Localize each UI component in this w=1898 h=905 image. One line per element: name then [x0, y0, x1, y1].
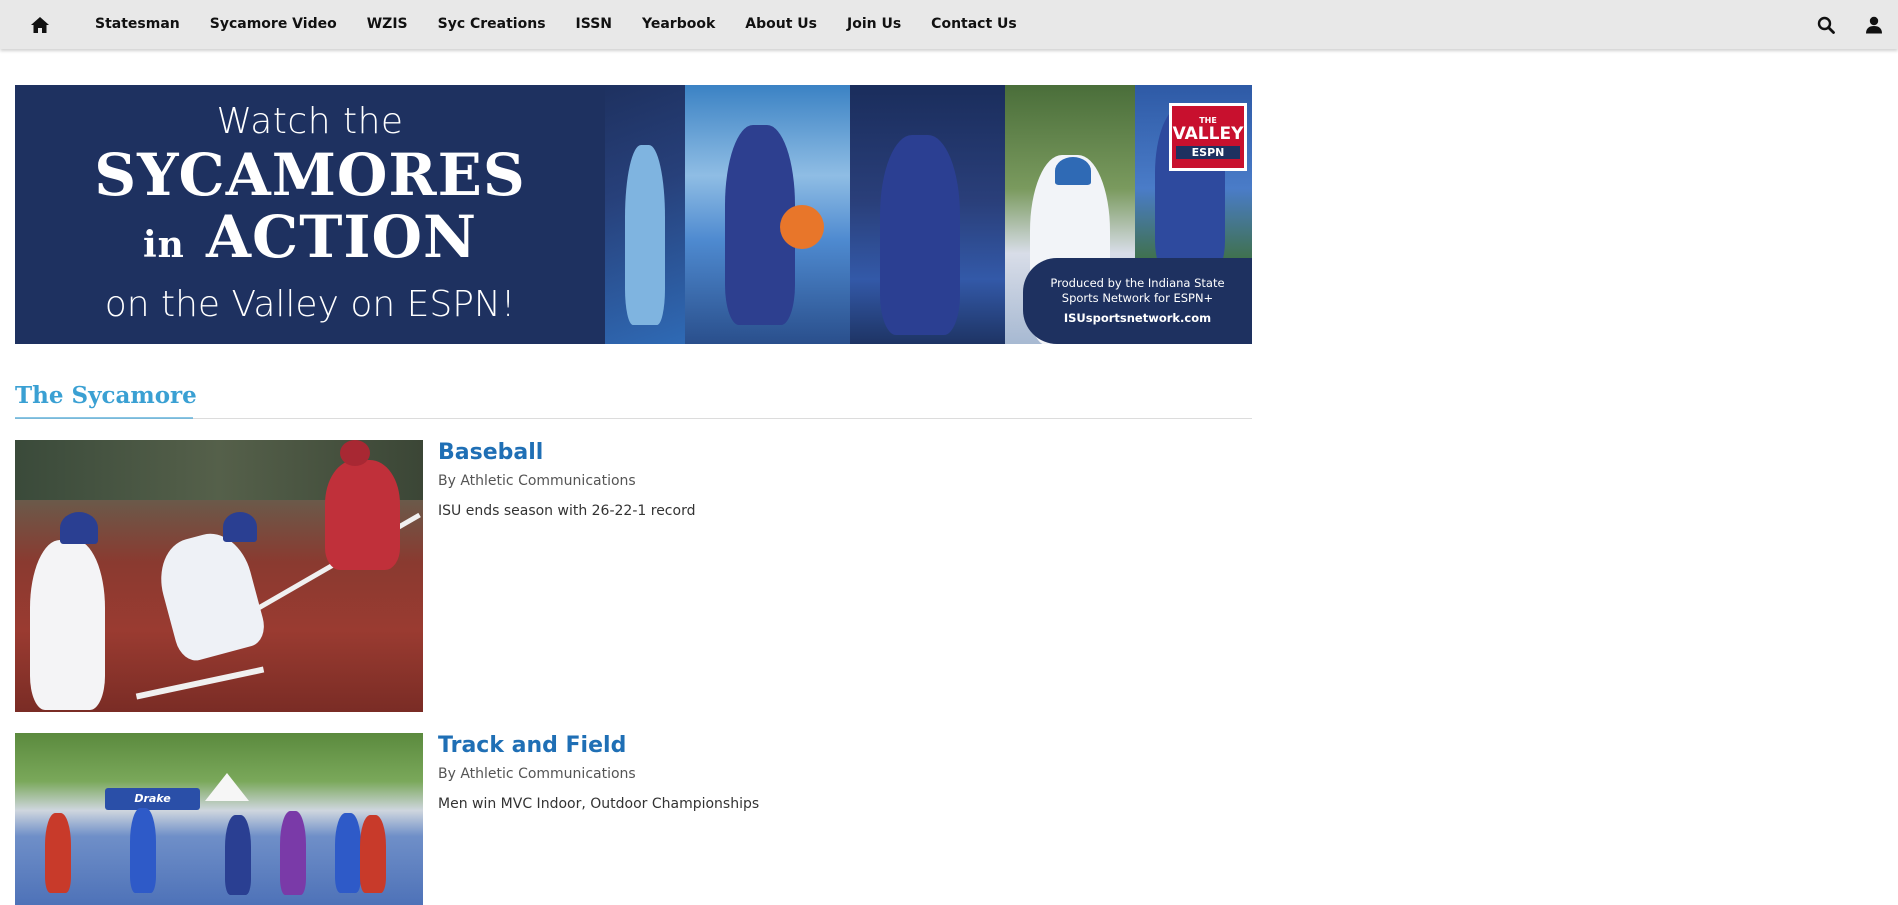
banner-line-sycamores: SYCAMORES: [94, 140, 526, 209]
nav-item-sycamore-video[interactable]: Sycamore Video: [195, 0, 352, 49]
produced-line-1: Produced by the Indiana State: [1050, 276, 1225, 290]
volleyball-photo: [605, 85, 685, 344]
article-byline: By Athletic Communications: [438, 766, 636, 782]
valley-espn-logo: THE VALLEY ESPN: [1169, 103, 1247, 171]
article-item: Drake Track and Field By Athletic Commun…: [15, 733, 1252, 905]
nav-item-wzis[interactable]: WZIS: [352, 0, 423, 49]
nav-item-join-us[interactable]: Join Us: [832, 0, 916, 49]
logo-text-espn: ESPN: [1176, 145, 1240, 159]
article-thumbnail-baseball[interactable]: [15, 440, 423, 712]
banner-text: Watch the SYCAMORES in ACTION on the Val…: [15, 85, 605, 344]
nav-menu: Statesman Sycamore Video WZIS Syc Creati…: [80, 0, 1032, 49]
top-navigation: Statesman Sycamore Video WZIS Syc Creati…: [0, 0, 1898, 49]
nav-item-statesman[interactable]: Statesman: [80, 0, 195, 49]
nav-item-issn[interactable]: ISSN: [561, 0, 627, 49]
banner-word-in: in: [142, 223, 185, 266]
basketball-photo-2: [850, 85, 1005, 344]
basketball-photo: [685, 85, 850, 344]
nav-item-syc-creations[interactable]: Syc Creations: [423, 0, 561, 49]
banner-line-espn: on the Valley on ESPN!: [104, 283, 516, 325]
article-thumbnail-track[interactable]: Drake: [15, 733, 423, 905]
banner-line-action: in ACTION: [143, 206, 477, 276]
article-title-baseball[interactable]: Baseball: [438, 440, 543, 465]
search-button[interactable]: [1802, 0, 1850, 49]
search-icon: [1817, 16, 1835, 34]
nav-item-contact-us[interactable]: Contact Us: [916, 0, 1032, 49]
banner-word-action: ACTION: [206, 202, 478, 271]
produced-url: ISUsportsnetwork.com: [1063, 311, 1212, 325]
nav-utilities: [1802, 0, 1898, 49]
article-summary: ISU ends season with 26-22-1 record: [438, 503, 696, 519]
user-icon: [1866, 16, 1882, 33]
article-title-track-and-field[interactable]: Track and Field: [438, 733, 626, 758]
logo-text-valley: VALLEY: [1172, 123, 1244, 144]
section-divider: [15, 418, 1252, 419]
nav-item-yearbook[interactable]: Yearbook: [627, 0, 730, 49]
article-summary: Men win MVC Indoor, Outdoor Championship…: [438, 796, 760, 812]
espn-banner-ad[interactable]: Watch the SYCAMORES in ACTION on the Val…: [15, 85, 1252, 344]
produced-line-2: Sports Network for ESPN+: [1061, 291, 1214, 305]
banner-line-watch: Watch the: [216, 100, 404, 142]
article-byline: By Athletic Communications: [438, 473, 636, 489]
article-item: Baseball By Athletic Communications ISU …: [15, 440, 1252, 712]
home-button[interactable]: [0, 0, 80, 49]
nav-item-about-us[interactable]: About Us: [730, 0, 832, 49]
section-divider-accent: [15, 417, 193, 419]
account-button[interactable]: [1850, 0, 1898, 49]
section-title: The Sycamore: [15, 382, 197, 409]
home-icon: [31, 16, 49, 33]
produced-by-box: Produced by the Indiana State Sports Net…: [1023, 258, 1252, 344]
